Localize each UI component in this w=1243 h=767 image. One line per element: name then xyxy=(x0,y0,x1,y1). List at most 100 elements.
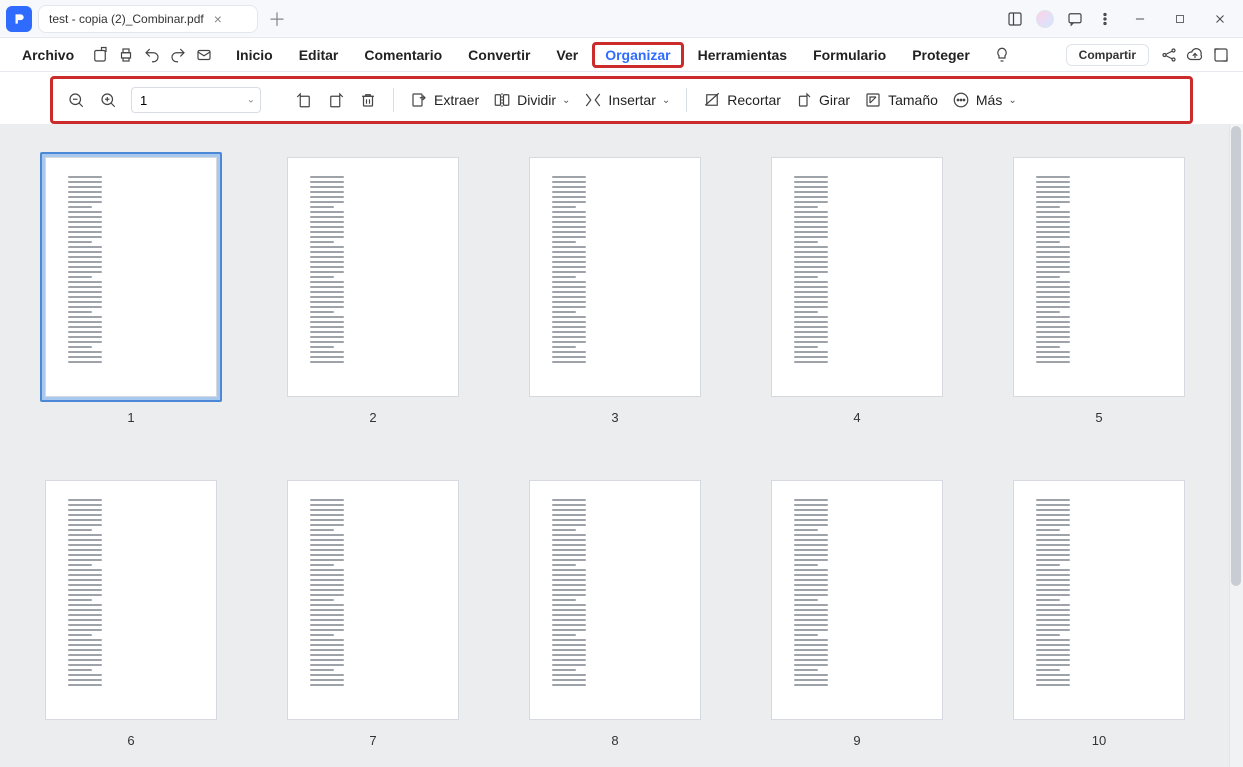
crop-button[interactable]: Recortar xyxy=(703,91,781,109)
menu-herramientas[interactable]: Herramientas xyxy=(686,43,800,67)
page-preview xyxy=(46,158,216,396)
page-preview xyxy=(530,158,700,396)
size-button[interactable]: Tamaño xyxy=(864,91,938,109)
size-label: Tamaño xyxy=(888,92,938,108)
page-number-label: 1 xyxy=(127,410,134,425)
page-number-input[interactable] xyxy=(131,87,261,113)
page-number-label: 7 xyxy=(369,733,376,748)
menu-convertir[interactable]: Convertir xyxy=(456,43,542,67)
page-preview xyxy=(772,158,942,396)
user-avatar[interactable] xyxy=(1033,7,1057,31)
rotate-right-button[interactable] xyxy=(327,91,345,109)
chevron-down-icon: ⌄ xyxy=(1008,95,1016,106)
chevron-down-icon: ⌄ xyxy=(662,95,670,106)
page-number-label: 9 xyxy=(853,733,860,748)
page-number-label: 2 xyxy=(369,410,376,425)
toolbar-separator xyxy=(393,88,394,112)
delete-page-button[interactable] xyxy=(359,91,377,109)
titlebar: test - copia (2)_Combinar.pdf × ＋ xyxy=(0,0,1243,38)
page-thumbnail-frame[interactable] xyxy=(524,152,706,402)
zoom-out-button[interactable] xyxy=(67,91,85,109)
page-thumbnail-frame[interactable] xyxy=(40,475,222,725)
app-logo xyxy=(6,6,32,32)
document-tab-title: test - copia (2)_Combinar.pdf xyxy=(49,12,204,26)
page-preview xyxy=(530,481,700,719)
add-tab-button[interactable]: ＋ xyxy=(264,6,290,32)
page-thumbnail[interactable]: 5 xyxy=(1008,152,1190,425)
page-thumbnail-frame[interactable] xyxy=(766,475,948,725)
insert-label: Insertar xyxy=(608,92,655,108)
page-thumbnail[interactable]: 7 xyxy=(282,475,464,748)
page-preview xyxy=(288,158,458,396)
share-button[interactable]: Compartir xyxy=(1066,44,1149,66)
panel-icon[interactable] xyxy=(1003,7,1027,31)
organize-toolbar-wrap: ⌄ Extraer Dividir ⌄ Insertar ⌄ xyxy=(0,72,1243,130)
cloud-upload-icon[interactable] xyxy=(1183,43,1207,67)
rotate-button[interactable]: Girar xyxy=(795,91,850,109)
document-tab[interactable]: test - copia (2)_Combinar.pdf × xyxy=(38,5,258,33)
crop-label: Recortar xyxy=(727,92,781,108)
page-grid: 1 2 3 4 5 6 7 8 9 10 xyxy=(40,152,1189,748)
window-maximize-button[interactable] xyxy=(1163,5,1197,33)
extract-label: Extraer xyxy=(434,92,479,108)
scrollbar[interactable] xyxy=(1229,124,1243,767)
menu-ver[interactable]: Ver xyxy=(544,43,590,67)
print-icon[interactable] xyxy=(114,43,138,67)
page-preview xyxy=(1014,158,1184,396)
page-preview xyxy=(1014,481,1184,719)
chevron-down-icon: ⌄ xyxy=(562,95,570,106)
redo-icon[interactable] xyxy=(166,43,190,67)
insert-button[interactable]: Insertar ⌄ xyxy=(584,91,670,109)
page-thumbnail[interactable]: 9 xyxy=(766,475,948,748)
kebab-menu-icon[interactable] xyxy=(1093,7,1117,31)
page-number-dropdown[interactable]: ⌄ xyxy=(131,87,261,113)
page-number-label: 8 xyxy=(611,733,618,748)
window-minimize-button[interactable] xyxy=(1123,5,1157,33)
more-button[interactable]: Más ⌄ xyxy=(952,91,1017,109)
extract-button[interactable]: Extraer xyxy=(410,91,479,109)
more-label: Más xyxy=(976,92,1002,108)
page-number-label: 6 xyxy=(127,733,134,748)
share-network-icon[interactable] xyxy=(1157,43,1181,67)
toolbar-separator xyxy=(686,88,687,112)
open-icon[interactable] xyxy=(88,43,112,67)
menu-editar[interactable]: Editar xyxy=(287,43,351,67)
zoom-in-button[interactable] xyxy=(99,91,117,109)
page-number-label: 10 xyxy=(1092,733,1106,748)
scrollbar-thumb[interactable] xyxy=(1231,126,1241,586)
page-preview xyxy=(288,481,458,719)
fullscreen-icon[interactable] xyxy=(1209,43,1233,67)
menu-formulario[interactable]: Formulario xyxy=(801,43,898,67)
window-close-button[interactable] xyxy=(1203,5,1237,33)
page-thumbnail[interactable]: 4 xyxy=(766,152,948,425)
menu-inicio[interactable]: Inicio xyxy=(224,43,285,67)
split-label: Dividir xyxy=(517,92,556,108)
page-number-label: 3 xyxy=(611,410,618,425)
thumbnail-area: 1 2 3 4 5 6 7 8 9 10 xyxy=(0,124,1243,767)
mail-icon[interactable] xyxy=(192,43,216,67)
page-thumbnail-frame[interactable] xyxy=(282,475,464,725)
page-thumbnail-frame[interactable] xyxy=(766,152,948,402)
chat-icon[interactable] xyxy=(1063,7,1087,31)
page-thumbnail[interactable]: 3 xyxy=(524,152,706,425)
page-thumbnail-frame[interactable] xyxy=(40,152,222,402)
split-button[interactable]: Dividir ⌄ xyxy=(493,91,570,109)
page-thumbnail[interactable]: 10 xyxy=(1008,475,1190,748)
page-thumbnail-frame[interactable] xyxy=(524,475,706,725)
page-thumbnail[interactable]: 8 xyxy=(524,475,706,748)
lightbulb-icon[interactable] xyxy=(990,43,1014,67)
page-thumbnail[interactable]: 2 xyxy=(282,152,464,425)
page-number-label: 5 xyxy=(1095,410,1102,425)
page-thumbnail-frame[interactable] xyxy=(1008,475,1190,725)
menu-comentario[interactable]: Comentario xyxy=(352,43,454,67)
menu-organizar[interactable]: Organizar xyxy=(592,42,683,68)
page-thumbnail-frame[interactable] xyxy=(282,152,464,402)
page-thumbnail[interactable]: 6 xyxy=(40,475,222,748)
close-tab-icon[interactable]: × xyxy=(214,11,222,27)
undo-icon[interactable] xyxy=(140,43,164,67)
page-thumbnail-frame[interactable] xyxy=(1008,152,1190,402)
page-thumbnail[interactable]: 1 xyxy=(40,152,222,425)
rotate-left-button[interactable] xyxy=(295,91,313,109)
menu-proteger[interactable]: Proteger xyxy=(900,43,982,67)
menu-file[interactable]: Archivo xyxy=(10,43,86,67)
